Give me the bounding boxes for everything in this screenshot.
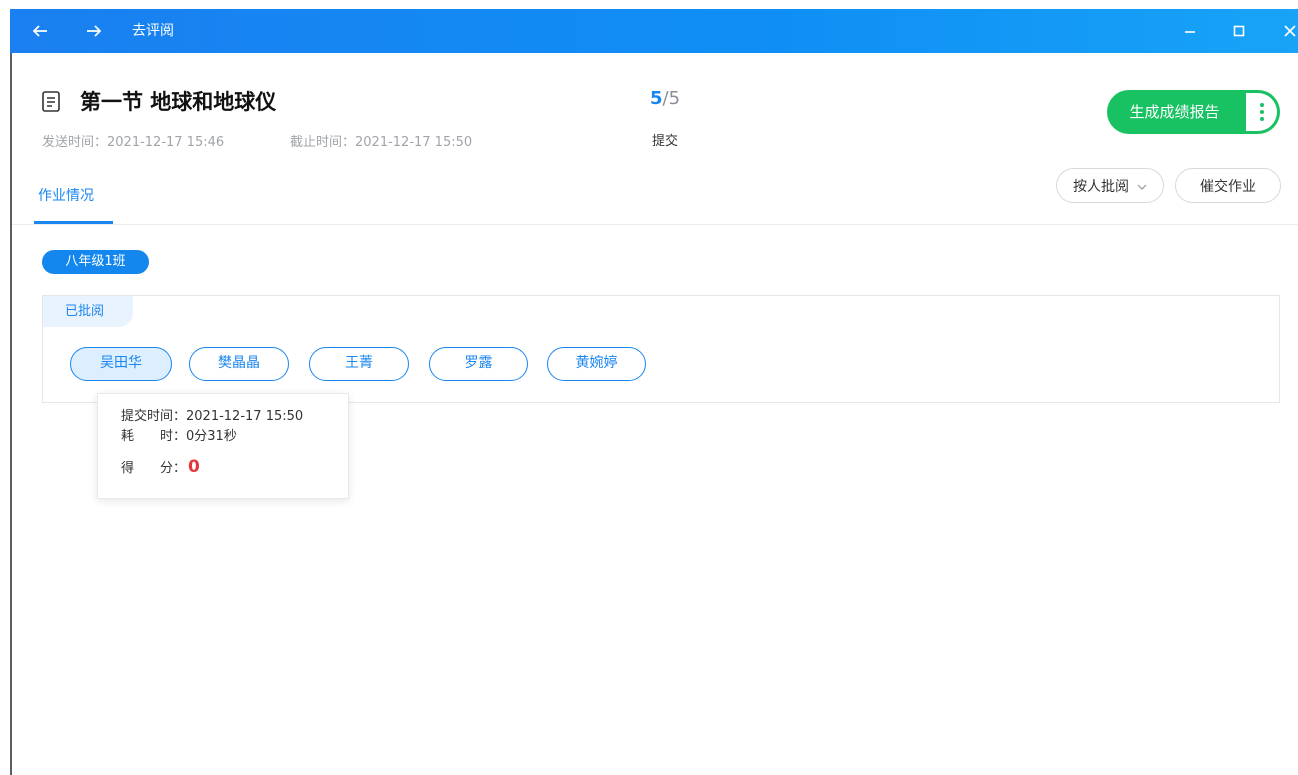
student-tooltip: 提交时间：2021-12-17 15:50 耗 时：0分31秒 得 分： 0	[97, 393, 349, 499]
student-chip[interactable]: 王菁	[309, 347, 409, 381]
sort-by-person-label: 按人批阅	[1073, 178, 1129, 195]
submitted-label: 提交	[652, 134, 679, 149]
close-icon[interactable]	[1280, 9, 1298, 53]
send-time: 发送时间：2021-12-17 15:46	[42, 135, 225, 150]
generate-report-button[interactable]: 生成成绩报告	[1107, 90, 1280, 134]
student-chip[interactable]: 吴田华	[70, 347, 172, 381]
student-chip[interactable]: 黄婉婷	[547, 347, 646, 381]
student-chip[interactable]: 樊晶晶	[189, 347, 289, 381]
class-tag[interactable]: 八年级1班	[42, 250, 149, 274]
generate-report-label: 生成成绩报告	[1129, 103, 1220, 121]
tooltip-duration: 耗 时：0分31秒	[121, 425, 237, 444]
score-label: 得 分：	[121, 461, 187, 476]
arrow-left-icon[interactable]	[28, 9, 52, 53]
maximize-icon[interactable]	[1227, 9, 1251, 53]
deadline-time: 截止时间：2021-12-17 15:50	[290, 135, 473, 150]
document-icon	[42, 91, 60, 112]
tooltip-submit-time: 提交时间：2021-12-17 15:50	[121, 405, 303, 424]
total-count: 5	[668, 88, 681, 109]
minimize-icon[interactable]	[1178, 9, 1202, 53]
window-titlebar: 去评阅	[10, 9, 1298, 53]
duration-value: 0分31秒	[186, 429, 237, 444]
submit-time-label: 提交时间：	[121, 409, 187, 424]
submit-count: 5/5	[650, 88, 680, 109]
student-chip[interactable]: 罗露	[429, 347, 528, 381]
tab-divider	[12, 224, 1298, 225]
score-value: 0	[188, 457, 200, 477]
chevron-down-icon	[1137, 178, 1147, 194]
page-title: 第一节 地球和地球仪	[80, 90, 277, 114]
window-left-border	[10, 53, 12, 775]
sort-by-person-dropdown[interactable]: 按人批阅	[1056, 168, 1164, 203]
submit-time-value: 2021-12-17 15:50	[186, 409, 304, 424]
remind-submit-button[interactable]: 催交作业	[1175, 168, 1281, 203]
tab-homework-status[interactable]: 作业情况	[38, 185, 94, 205]
tooltip-score: 得 分： 0	[121, 457, 200, 477]
submitted-count: 5	[650, 88, 663, 109]
more-vertical-icon[interactable]	[1246, 93, 1277, 131]
status-group-label: 已批阅	[43, 296, 133, 327]
window-title: 去评阅	[132, 23, 174, 39]
duration-label: 耗 时：	[121, 429, 187, 444]
arrow-right-icon[interactable]	[82, 9, 106, 53]
